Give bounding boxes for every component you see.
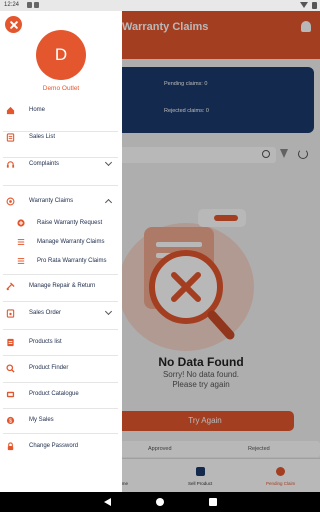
recents-icon[interactable] (209, 498, 217, 506)
sales-list-icon (6, 133, 15, 142)
menu-item-complaints[interactable]: Complaints (0, 155, 122, 173)
menu-label-home: Home (29, 107, 46, 113)
repair-icon (6, 282, 15, 291)
back-icon[interactable] (104, 498, 111, 506)
system-navigation-bar (0, 492, 320, 512)
home-circle-icon[interactable] (156, 498, 164, 506)
menu-divider (3, 433, 118, 434)
menu-item-product-catalogue[interactable]: Product Catalogue (0, 385, 122, 403)
checklist-icon (17, 239, 25, 245)
headset-icon (6, 161, 15, 168)
menu-label-my-sales: My Sales (29, 417, 54, 423)
outlet-name: Demo Outlet (42, 85, 80, 92)
status-bar: 12:24 (0, 0, 320, 11)
lock-icon (7, 442, 14, 451)
menu-item-manage-repair-return[interactable]: Manage Repair & Return (0, 277, 122, 295)
submenu-manage-warranty-claims[interactable]: Manage Warranty Claims (0, 235, 122, 251)
menu-label-sales-list: Sales List (29, 134, 56, 140)
chevron-down-icon (104, 307, 113, 316)
menu-label-product-catalogue: Product Catalogue (29, 391, 79, 397)
submenu-pro-rata-warranty-claims[interactable]: Pro Rata Warranty Claims (0, 254, 122, 270)
svg-text:$: $ (9, 418, 12, 424)
close-drawer-button[interactable] (5, 16, 22, 33)
status-time: 12:24 (4, 2, 20, 8)
menu-item-change-password[interactable]: Change Password (0, 437, 122, 455)
sim-icon (34, 2, 39, 8)
submenu-label-manage-warranty: Manage Warranty Claims (37, 239, 105, 245)
menu-item-sales-order[interactable]: Sales Order (0, 304, 122, 322)
menu-label-product-finder: Product Finder (29, 365, 69, 371)
my-sales-icon: $ (6, 416, 15, 424)
submenu-raise-warranty-request[interactable]: Raise Warranty Request (0, 216, 122, 232)
submenu-label-pro-rata: Pro Rata Warranty Claims (37, 258, 107, 264)
menu-label-sales-order: Sales Order (29, 310, 62, 316)
menu-divider (3, 274, 118, 275)
menu-item-home[interactable]: Home (0, 102, 122, 120)
submenu-label-raise-warranty: Raise Warranty Request (37, 220, 103, 226)
wifi-icon (300, 2, 308, 8)
menu-label-products-list: Products list (29, 339, 62, 345)
menu-divider (3, 185, 118, 186)
avatar: D (36, 30, 86, 80)
chevron-down-icon (104, 158, 113, 167)
menu-item-sales-list[interactable]: Sales List (0, 127, 122, 145)
menu-divider (3, 382, 118, 383)
products-list-icon (7, 338, 14, 347)
menu-label-repair-return: Manage Repair & Return (29, 283, 96, 289)
menu-label-warranty-claims: Warranty Claims (29, 198, 74, 204)
navigation-drawer: D Demo Outlet Home Sales List Complaints… (0, 11, 122, 492)
sales-order-icon (6, 309, 15, 318)
menu-item-my-sales[interactable]: $ My Sales (0, 411, 122, 429)
menu-item-product-finder[interactable]: Product Finder (0, 359, 122, 377)
menu-label-change-password: Change Password (29, 443, 79, 449)
magnifier-icon (6, 364, 15, 373)
menu-divider (3, 301, 118, 302)
menu-item-products-list[interactable]: Products list (0, 333, 122, 351)
notification-icon (27, 2, 32, 8)
add-circle-icon (17, 219, 25, 227)
checklist-icon (17, 258, 25, 264)
battery-icon (312, 2, 317, 9)
menu-divider (3, 355, 118, 356)
menu-label-complaints: Complaints (29, 161, 60, 167)
chevron-up-icon (104, 198, 113, 207)
menu-divider (3, 408, 118, 409)
catalogue-icon (6, 391, 15, 398)
home-icon (6, 106, 15, 115)
warranty-icon (6, 197, 15, 206)
menu-divider (3, 329, 118, 330)
menu-item-warranty-claims[interactable]: Warranty Claims (0, 193, 122, 211)
